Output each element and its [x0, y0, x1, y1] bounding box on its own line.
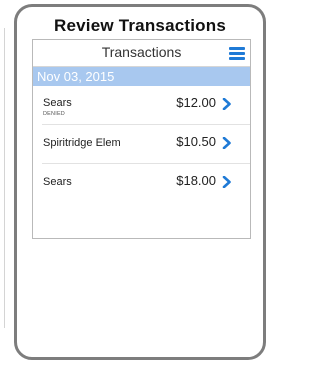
- chevron-right-icon[interactable]: [222, 137, 232, 149]
- transaction-row[interactable]: Spiritridge Elem $10.50: [42, 125, 250, 164]
- phone-frame: Review Transactions Transactions Nov 03,…: [14, 4, 266, 360]
- transaction-status-badge: DENIED: [43, 111, 65, 117]
- page-title: Review Transactions: [54, 16, 226, 35]
- nav-title: Transactions: [101, 44, 182, 60]
- page-divider-line: [4, 28, 5, 328]
- transaction-row[interactable]: Sears $18.00: [42, 164, 250, 202]
- transaction-amount: $18.00: [176, 173, 216, 188]
- date-section-header: Nov 03, 2015: [33, 67, 250, 86]
- transaction-row[interactable]: Sears DENIED $12.00: [42, 86, 250, 125]
- transaction-merchant: Sears: [43, 97, 72, 109]
- app-screen: Transactions Nov 03, 2015 Sears DENIED $…: [32, 39, 251, 239]
- nav-bar: Transactions: [33, 40, 250, 67]
- transaction-merchant: Spiritridge Elem: [43, 137, 121, 149]
- transaction-amount: $12.00: [176, 95, 216, 110]
- transaction-amount: $10.50: [176, 134, 216, 149]
- transaction-merchant: Sears: [43, 176, 72, 188]
- chevron-right-icon[interactable]: [222, 98, 232, 110]
- chevron-right-icon[interactable]: [222, 176, 232, 188]
- hamburger-menu-icon[interactable]: [229, 47, 245, 60]
